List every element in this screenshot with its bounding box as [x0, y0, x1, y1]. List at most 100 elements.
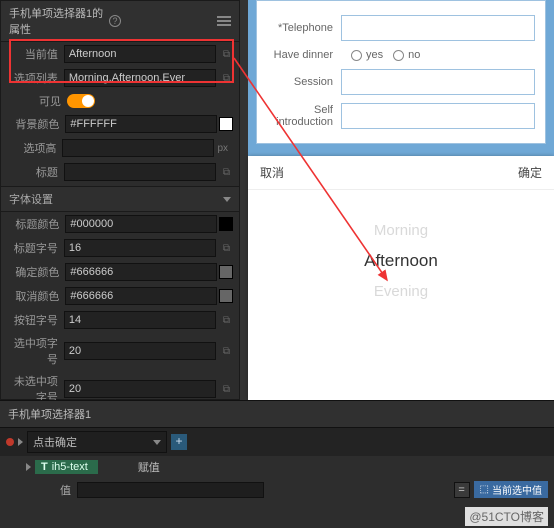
link-icon[interactable]: ⧉ [220, 71, 233, 85]
event-dot-icon [6, 438, 14, 446]
picker-cancel-button[interactable]: 取消 [260, 164, 284, 181]
label: 标题颜色 [7, 216, 65, 232]
param-input[interactable] [77, 482, 264, 498]
field-label: Have dinner [267, 49, 341, 61]
picker-option-selected[interactable]: Afternoon [248, 245, 554, 277]
row-options-list: 选项列表 ⧉ [1, 66, 239, 90]
bgcolor-input[interactable] [65, 115, 217, 133]
cancelcolor-input[interactable] [65, 287, 217, 305]
picker-option[interactable]: Evening [248, 277, 554, 306]
watermark: @51CTO博客 [465, 507, 548, 526]
help-icon[interactable]: ? [109, 15, 121, 27]
binding-badge[interactable]: ⬚ 当前选中值 [474, 481, 548, 498]
target-name: ih5-text [52, 461, 88, 473]
label: 确定颜色 [7, 264, 65, 280]
label: 标题 [7, 164, 64, 180]
selfintro-input[interactable] [341, 103, 535, 129]
link-icon[interactable]: ⧉ [220, 344, 233, 358]
title-input[interactable] [64, 163, 216, 181]
link-icon[interactable]: ⧉ [220, 165, 233, 179]
font-section[interactable]: 字体设置 [1, 186, 239, 212]
section-title: 字体设置 [9, 191, 223, 207]
label: 可见 [7, 93, 67, 109]
picker-header: 取消 确定 [248, 156, 554, 190]
label: 标题字号 [7, 240, 64, 256]
menu-icon[interactable] [217, 16, 231, 26]
row-btnsize: 按钮字号 ⧉ [1, 308, 239, 332]
target-row: T ih5-text 赋值 [20, 456, 554, 478]
radio-no[interactable] [393, 50, 404, 61]
radio-label: yes [366, 49, 383, 61]
event-select[interactable]: 点击确定 [27, 431, 167, 453]
current-value-input[interactable] [64, 45, 216, 63]
row-title: 标题 ⧉ [1, 160, 239, 184]
form-row-dinner: Have dinner yes no [267, 49, 535, 61]
form-row-selfintro: Self introduction [267, 103, 535, 129]
row-current-value: 当前值 ⧉ [1, 42, 239, 66]
param-label: 值 [60, 482, 71, 498]
picker-popup: 取消 确定 Morning Afternoon Evening [248, 156, 554, 400]
options-list-input[interactable] [64, 69, 216, 87]
event-name: 点击确定 [33, 434, 77, 450]
titlesize-input[interactable] [64, 239, 216, 257]
properties-panel: 手机单项选择器1的属性 ? 当前值 ⧉ 选项列表 ⧉ 可见 背景颜色 选项高 [0, 0, 240, 400]
expand-icon[interactable] [18, 438, 23, 446]
chevron-down-icon [223, 197, 231, 202]
radio-yes[interactable] [351, 50, 362, 61]
okcolor-input[interactable] [65, 263, 217, 281]
session-input[interactable] [341, 69, 535, 95]
label: 选项高 [7, 140, 62, 156]
visible-toggle[interactable] [67, 94, 95, 108]
titlecolor-input[interactable] [65, 215, 217, 233]
assign-row: 值 = ⬚ 当前选中值 [0, 478, 554, 501]
row-cancelcolor: 取消颜色 [1, 284, 239, 308]
link-icon[interactable]: ⧉ [220, 382, 233, 396]
field-label: Session [267, 76, 341, 88]
color-swatch[interactable] [219, 117, 233, 131]
color-swatch[interactable] [219, 289, 233, 303]
row-titlecolor: 标题颜色 [1, 212, 239, 236]
label: 选中项字号 [7, 335, 64, 367]
target-tag[interactable]: T ih5-text [35, 460, 98, 474]
selsize-input[interactable] [64, 342, 216, 360]
action-label: 赋值 [138, 459, 160, 475]
label: 取消颜色 [7, 288, 65, 304]
telephone-input[interactable] [341, 15, 535, 41]
row-optheight: 选项高 px [1, 136, 239, 160]
badge-text: 当前选中值 [492, 482, 542, 497]
text-icon: T [41, 461, 48, 473]
btnsize-input[interactable] [64, 311, 216, 329]
form-card: *Telephone Have dinner yes no Session Se… [256, 0, 546, 144]
chevron-down-icon [153, 440, 161, 445]
equals-icon[interactable]: = [454, 482, 470, 498]
radio-label: no [408, 49, 420, 61]
label: 按钮字号 [7, 312, 64, 328]
link-icon[interactable]: ⧉ [220, 47, 233, 61]
label: 选项列表 [7, 70, 64, 86]
add-event-button[interactable]: + [171, 434, 187, 450]
picker-wheel[interactable]: Morning Afternoon Evening [248, 216, 554, 306]
color-swatch[interactable] [219, 265, 233, 279]
row-okcolor: 确定颜色 [1, 260, 239, 284]
unit: px [214, 143, 233, 154]
link-icon[interactable]: ⧉ [220, 313, 233, 327]
timeline-title: 手机单项选择器1 [0, 401, 554, 428]
row-selsize: 选中项字号 ⧉ [1, 332, 239, 370]
var-icon: ⬚ [480, 484, 489, 495]
panel-header: 手机单项选择器1的属性 ? [1, 1, 239, 42]
ruler [240, 0, 248, 400]
event-row: 点击确定 + [0, 428, 554, 456]
label: 背景颜色 [7, 116, 65, 132]
link-icon[interactable]: ⧉ [220, 241, 233, 255]
row-visible: 可见 [1, 90, 239, 112]
expand-icon[interactable] [26, 463, 31, 471]
optheight-input[interactable] [62, 139, 214, 157]
unselsize-input[interactable] [64, 380, 216, 398]
field-label: Self introduction [267, 104, 341, 128]
picker-option[interactable]: Morning [248, 216, 554, 245]
panel-title: 手机单项选择器1的属性 [9, 5, 105, 37]
picker-ok-button[interactable]: 确定 [518, 164, 542, 181]
form-row-session: Session [267, 69, 535, 95]
color-swatch[interactable] [219, 217, 233, 231]
form-preview: *Telephone Have dinner yes no Session Se… [248, 0, 554, 156]
